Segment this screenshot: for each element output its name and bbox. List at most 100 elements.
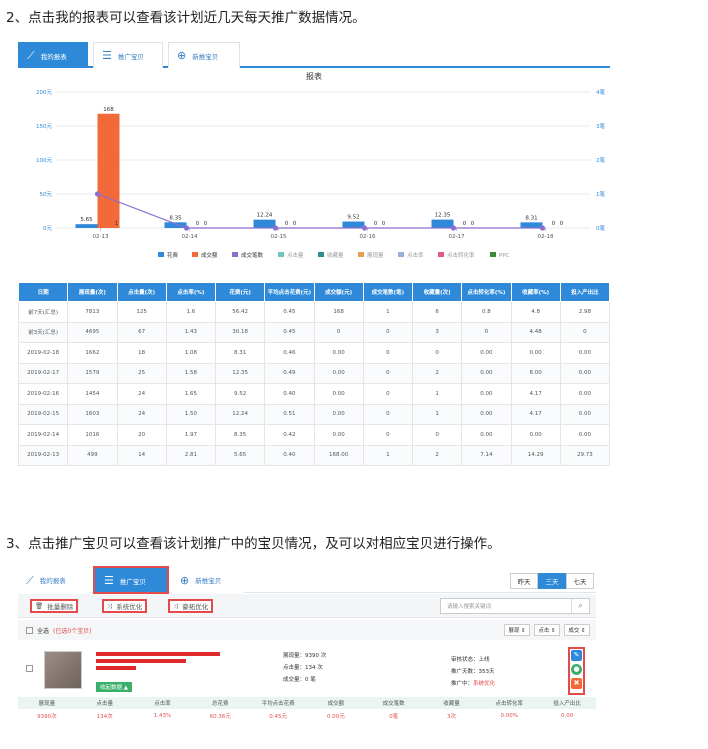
- table-cell: 20: [116, 424, 167, 446]
- table-header: 日期: [17, 282, 69, 302]
- table-cell: 2019-02-17: [17, 362, 69, 384]
- plus-circle-icon: ⊕: [180, 573, 190, 587]
- table-row: 2019-02-18 1662 18 1.08 8.31 0.46 0.00 0 0 0.00 0.…: [17, 342, 611, 364]
- data-label: 0: [463, 221, 467, 227]
- search-icon[interactable]: ⌕: [571, 599, 589, 613]
- collapse-data-tag[interactable]: 收起数据 ▲: [96, 682, 132, 692]
- table-cell: 24: [116, 403, 167, 425]
- table-cell: 2019-02-14: [17, 424, 69, 446]
- table-cell: 1.58: [165, 362, 217, 384]
- table-header: 平均点击花费(元): [264, 282, 315, 302]
- smart-optimize-button[interactable]: ⤨ 豪拓优化: [168, 599, 214, 613]
- table-cell: 1603: [67, 403, 118, 425]
- chart-svg: 报表 0元 50元 100元 150元 200元 0笔 1笔 2笔 3笔 4笔 02-13 5.65 16…: [36, 71, 605, 259]
- tab-promoted-items[interactable]: ☰ 推广宝贝: [93, 42, 163, 68]
- table-cell: 9.52: [214, 383, 266, 405]
- table-header: 展现量(次): [67, 282, 118, 302]
- redacted-title: [96, 666, 136, 670]
- search-input[interactable]: 请输入搜索关键词 ⌕: [440, 598, 590, 614]
- data-label: 0: [196, 221, 200, 227]
- table-cell: 1.6: [165, 301, 217, 323]
- item-checkbox[interactable]: [26, 665, 33, 672]
- metric-value: 3次: [422, 709, 481, 722]
- bar-cost: [342, 221, 365, 228]
- metric-header: 平均点击花费: [249, 697, 307, 709]
- table-header: 投入产出比: [559, 282, 611, 302]
- table-cell: 1.50: [165, 403, 217, 425]
- table-cell: 14.29: [510, 444, 561, 466]
- table-row: 2019-02-16 1454 24 1.65 9.52 0.40 0.00 0 1 0.00 4.…: [17, 383, 611, 405]
- metric-header: 总花费: [191, 697, 250, 709]
- bar-cost: [253, 219, 276, 228]
- table-cell: 1.65: [165, 383, 217, 405]
- table-cell: 0: [411, 342, 463, 364]
- tab-my-report-2[interactable]: ⟋ 我的报表: [18, 567, 90, 593]
- bar-cost: [75, 224, 98, 228]
- legend-swatch: [438, 252, 444, 257]
- table-cell: 8.35: [214, 424, 266, 446]
- table-cell: 6: [411, 301, 463, 323]
- plus-circle-icon: ⊕: [177, 49, 187, 62]
- table-cell: 0.00: [461, 362, 512, 384]
- table-cell: 24: [116, 383, 167, 405]
- select-all-checkbox[interactable]: [26, 626, 33, 634]
- y-left-tick: 150元: [36, 123, 52, 130]
- sort-clicks[interactable]: 点击 ⇕: [534, 624, 560, 636]
- play-icon[interactable]: ●: [571, 664, 582, 675]
- y-left-tick: 200元: [36, 89, 52, 96]
- range-7days[interactable]: 七天: [566, 573, 594, 589]
- table-cell: 14: [116, 444, 167, 466]
- metric-value: 9390次: [18, 709, 76, 722]
- sort-impressions[interactable]: 展现 ⇕: [504, 624, 530, 636]
- table-cell: 0.00: [461, 403, 512, 425]
- items-tabs: ⟋ 我的报表 ☰ 推广宝贝 ⊕ 新推宝贝 昨天 三天 七天: [18, 566, 596, 594]
- table-cell: 0.42: [264, 424, 315, 446]
- y-right-tick: 2笔: [596, 156, 605, 164]
- tab-new-items-2[interactable]: ⊕ 新推宝贝: [172, 567, 244, 593]
- data-label: 5.65: [80, 217, 93, 223]
- table-cell: 0: [362, 403, 414, 425]
- range-3days[interactable]: 三天: [538, 573, 566, 589]
- table-cell: 0.40: [264, 383, 315, 405]
- legend-swatch: [358, 252, 364, 257]
- table-cell: 0: [461, 321, 512, 343]
- item-stats: 展现量：9390 次 点击量：134 次 成交量：0 笔: [283, 653, 327, 683]
- redacted-title: [96, 652, 220, 656]
- system-optimize-button[interactable]: ⤨ 系统优化: [102, 599, 148, 613]
- table-cell: 1.43: [165, 321, 217, 343]
- data-label: 0: [471, 221, 475, 227]
- line-point: [539, 225, 546, 231]
- tab-my-report[interactable]: ⟋ 我的报表: [18, 42, 88, 68]
- tab-new-items[interactable]: ⊕ 新推宝贝: [168, 42, 240, 68]
- x-tick-label: 02-13: [93, 234, 109, 240]
- tab-promoted-items-2[interactable]: ☰ 推广宝贝: [93, 566, 169, 594]
- table-cell: 2019-02-15: [17, 403, 69, 425]
- table-header: 花费(元): [214, 282, 266, 302]
- metric-value: 60.36元: [191, 709, 250, 722]
- x-tick-label: 02-18: [538, 234, 554, 240]
- y-left-tick: 0元: [43, 225, 52, 232]
- table-header: 收藏率(%): [510, 282, 561, 302]
- table-cell: 0: [411, 424, 463, 446]
- x-tick-label: 02-15: [271, 234, 287, 240]
- range-yesterday[interactable]: 昨天: [510, 573, 538, 589]
- table-cell: 2019-02-13: [17, 444, 69, 466]
- delete-icon[interactable]: ✖: [571, 678, 582, 689]
- sort-deals[interactable]: 成交 ⇕: [564, 624, 590, 636]
- edit-icon[interactable]: ✎: [571, 650, 582, 661]
- y-right-tick: 0笔: [596, 224, 605, 232]
- table-cell: 0.49: [264, 362, 315, 384]
- legend-swatch: [192, 252, 198, 257]
- table-cell: 0: [559, 321, 611, 343]
- table-cell: 4.17: [510, 383, 561, 405]
- table-cell: 67: [116, 321, 167, 343]
- legend-label: 点击率: [407, 251, 424, 259]
- table-cell: 12.24: [214, 403, 266, 425]
- product-thumbnail[interactable]: [44, 651, 82, 689]
- table-row: 2019-02-14 1016 20 1.97 8.35 0.42 0.00 0 0 0.00 0.…: [17, 424, 611, 446]
- batch-delete-button[interactable]: 🗑 批量删除: [30, 599, 79, 613]
- table-cell: 前3天(汇总): [17, 321, 69, 343]
- table-cell: 2.81: [165, 444, 217, 466]
- table-cell: 1662: [67, 342, 118, 364]
- table-cell: 7.14: [461, 444, 512, 466]
